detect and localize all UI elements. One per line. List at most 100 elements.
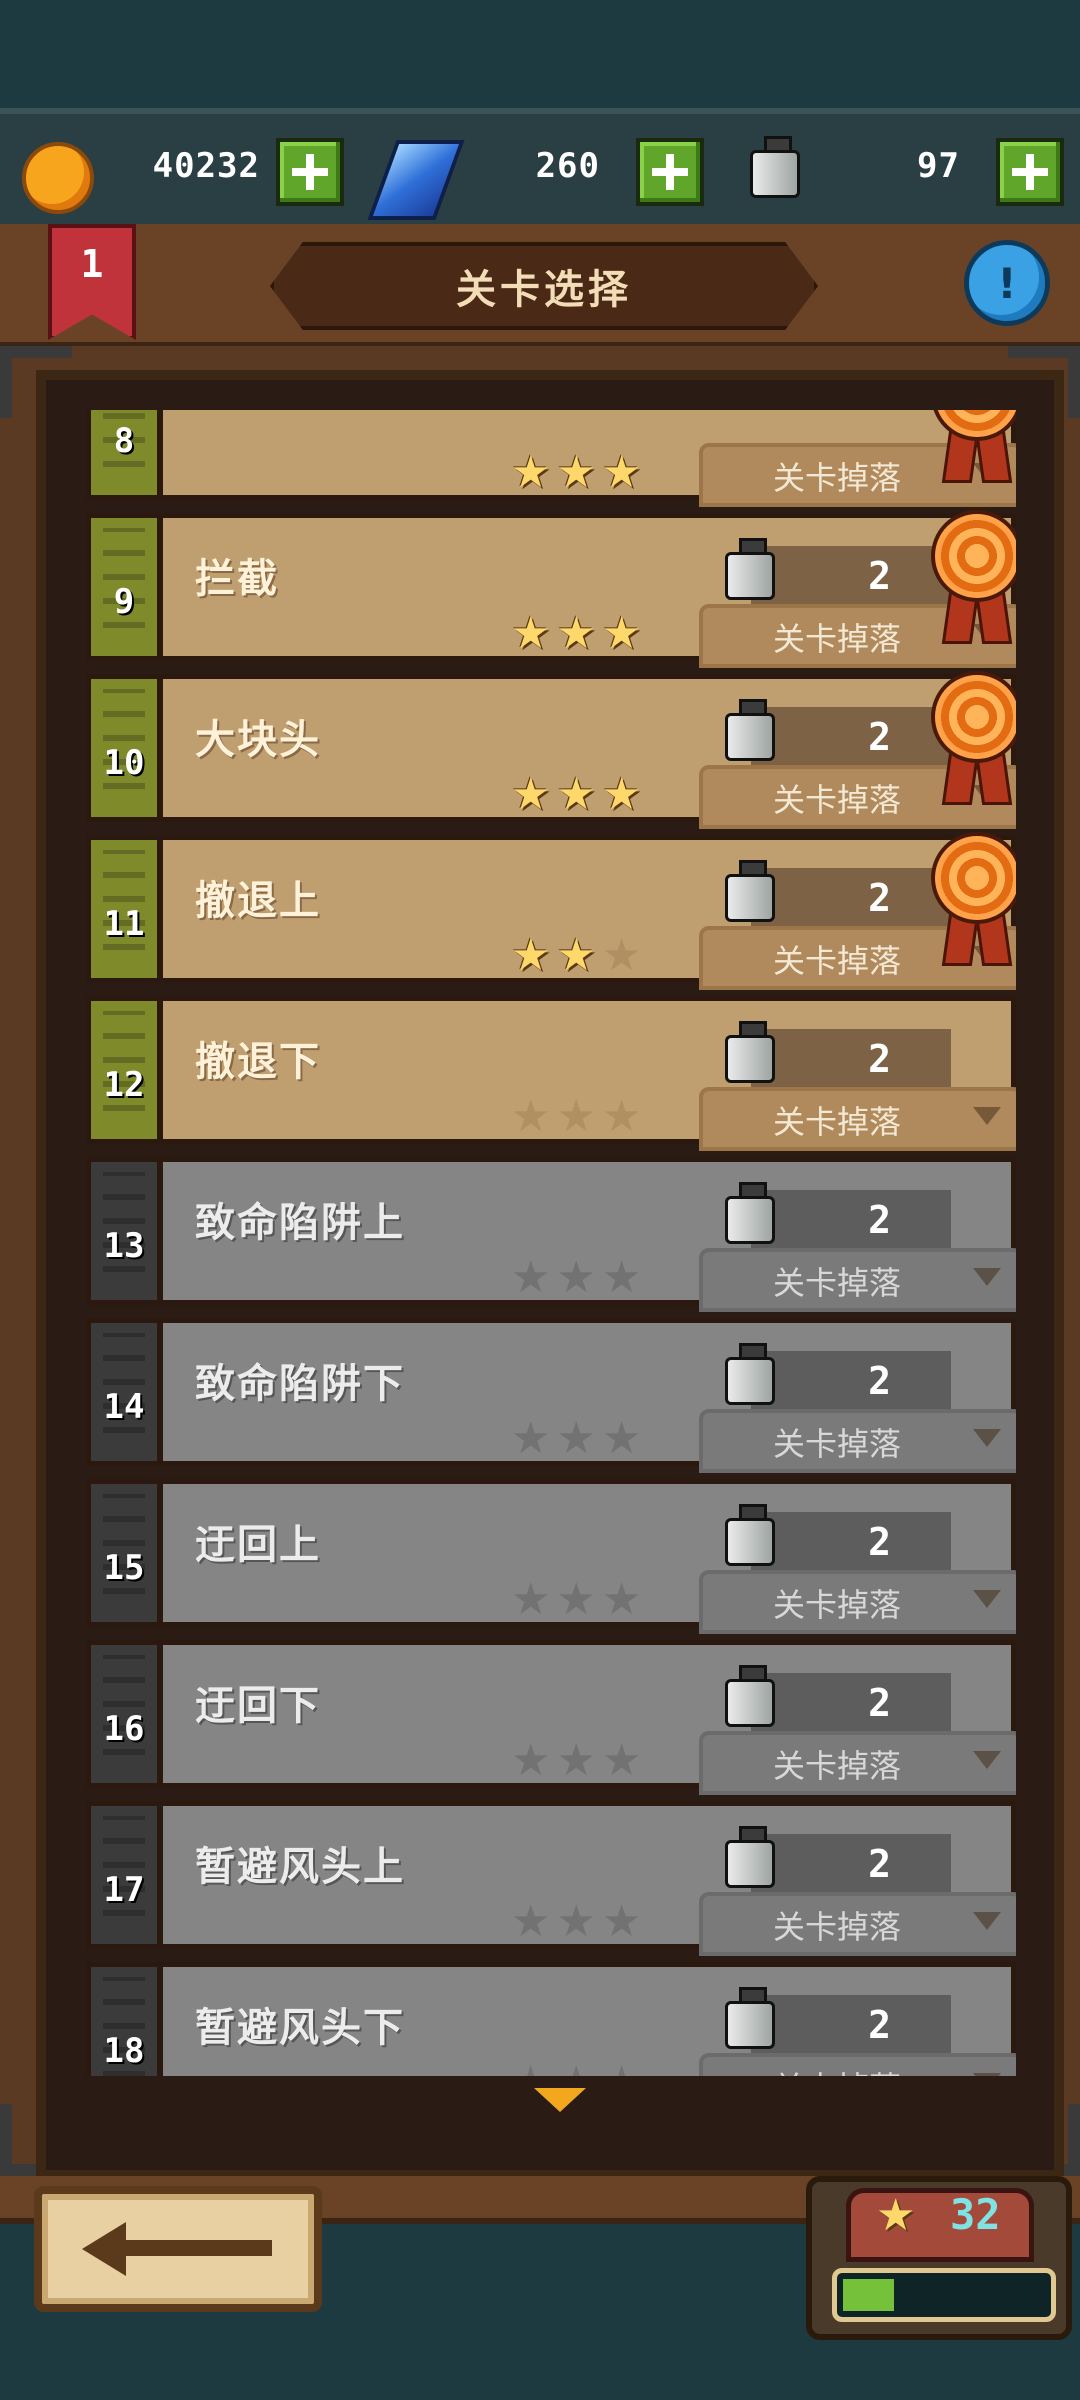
level-row[interactable]: 10 大块头 ★ ★ ★ 关卡掉落 2 — [86, 671, 1016, 829]
level-list[interactable]: 8 ★ ★ ★ 关卡掉落 9 拦截 ★ ★ ★ 关卡掉落 2 10 大块头 ★ ★ ★ 关卡掉落 2 11 撤退上 ★ ★ ★… — [86, 410, 1016, 2076]
level-row[interactable]: 17 暂避风头上 ★ ★ ★ 关卡掉落 2 — [86, 1801, 1016, 1956]
add-coins-button[interactable] — [276, 138, 344, 206]
add-gems-button[interactable] — [636, 138, 704, 206]
add-bottles-button[interactable] — [996, 138, 1064, 206]
star-icon: ★ — [511, 930, 551, 981]
level-number: 9 — [113, 582, 135, 622]
coin-icon — [22, 142, 94, 214]
star-icon: ★ — [511, 1091, 551, 1142]
bottle-icon — [725, 1021, 775, 1083]
bottle-resource: 97 — [720, 128, 1080, 206]
star-total-panel: ★ 32 — [806, 2176, 1072, 2340]
level-stars: ★★★ — [511, 1095, 641, 1139]
star-icon: ★ — [601, 930, 642, 981]
level-row[interactable]: 13 致命陷阱上 ★ ★ ★ 关卡掉落 2 — [86, 1157, 1016, 1312]
level-number: 15 — [103, 1548, 145, 1588]
level-reward: 2 — [751, 1190, 951, 1248]
level-number: 11 — [103, 904, 145, 944]
level-reward-count: 2 — [868, 1520, 891, 1564]
star-icon: ★ — [556, 769, 596, 820]
bottle-icon — [750, 136, 800, 198]
back-arrow-shaft — [122, 2240, 272, 2256]
level-drop-label: 关卡掉落 — [773, 1908, 902, 1946]
star-icon: ★ — [556, 2061, 595, 2077]
level-number: 18 — [103, 2031, 145, 2071]
level-number-column: 16 — [91, 1645, 163, 1783]
bottle-icon — [725, 1343, 775, 1405]
star-icon: ★ — [556, 1896, 596, 1947]
star-icon: ★ — [556, 1252, 596, 1303]
level-row[interactable]: 15 迂回上 ★ ★ ★ 关卡掉落 2 — [86, 1479, 1016, 1634]
level-drop-button[interactable]: 关卡掉落 — [699, 1248, 1016, 1312]
level-reward: 2 — [751, 1995, 951, 2053]
level-name: 撤退上 — [195, 878, 321, 924]
medal-icon — [925, 671, 1016, 805]
bottle-icon — [725, 538, 775, 600]
level-drop-button[interactable]: 关卡掉落 — [699, 1731, 1016, 1795]
header: 1 关卡选择 ! — [0, 224, 1080, 348]
chapter-number: 1 — [80, 242, 104, 286]
level-drop-label: 关卡掉落 — [773, 942, 902, 980]
level-stars: ★★★ — [511, 1417, 641, 1461]
star-icon: ★ — [601, 1574, 642, 1625]
star-icon: ★ — [556, 1735, 596, 1786]
star-icon: ★ — [511, 1413, 551, 1464]
gem-resource: 260 — [360, 128, 720, 220]
level-name: 暂避风头下 — [195, 2005, 405, 2051]
gem-count: 260 — [535, 146, 600, 186]
level-number-column: 17 — [91, 1806, 163, 1944]
star-progress-bar — [832, 2268, 1056, 2322]
level-drop-button[interactable]: 关卡掉落 — [699, 1892, 1016, 1956]
medal-icon — [925, 510, 1016, 644]
level-row[interactable]: 9 拦截 ★ ★ ★ 关卡掉落 2 — [86, 510, 1016, 668]
level-name: 迂回上 — [195, 1522, 321, 1568]
level-stars: ★★★ — [511, 1739, 641, 1783]
level-stars: ★★★ — [511, 1256, 641, 1300]
bottle-icon — [725, 1826, 775, 1888]
level-stars: ★★★ — [511, 1900, 641, 1944]
back-arrow-icon — [82, 2222, 126, 2276]
level-reward: 2 — [751, 1512, 951, 1570]
star-icon: ★ — [601, 447, 642, 498]
star-icon: ★ — [556, 1574, 596, 1625]
star-icon: ★ — [602, 2061, 641, 2077]
level-drop-button[interactable]: 关卡掉落 — [699, 2053, 1016, 2076]
medal-icon — [925, 832, 1016, 966]
level-drop-button[interactable]: 关卡掉落 — [699, 1087, 1016, 1151]
level-drop-button[interactable]: 关卡掉落 — [699, 1409, 1016, 1473]
level-row[interactable]: 18 暂避风头下 ★ ★ ★ 关卡掉落 2 — [86, 1962, 1016, 2076]
level-row[interactable]: 16 迂回下 ★ ★ ★ 关卡掉落 2 — [86, 1640, 1016, 1795]
star-icon: ★ — [556, 930, 596, 981]
coin-count: 40232 — [152, 146, 260, 186]
help-button[interactable]: ! — [964, 240, 1050, 326]
level-number: 16 — [103, 1709, 145, 1749]
level-row[interactable]: 11 撤退上 ★ ★ ★ 关卡掉落 2 — [86, 832, 1016, 990]
level-row[interactable]: 14 致命陷阱下 ★ ★ ★ 关卡掉落 2 — [86, 1318, 1016, 1473]
star-total: 32 — [950, 2190, 1001, 2239]
level-name: 迂回下 — [195, 1683, 321, 1729]
level-reward-count: 2 — [868, 876, 891, 920]
level-reward: 2 — [751, 1673, 951, 1731]
level-row[interactable]: 8 ★ ★ ★ 关卡掉落 — [86, 410, 1016, 507]
chevron-down-icon — [973, 1107, 1001, 1125]
level-number: 12 — [103, 1065, 145, 1105]
chevron-down-icon — [973, 1912, 1001, 1930]
scroll-down-indicator[interactable] — [534, 2088, 586, 2112]
chevron-down-icon — [973, 1268, 1001, 1286]
star-icon: ★ — [556, 447, 596, 498]
chevron-down-icon — [973, 1590, 1001, 1608]
level-stars: ★★★ — [511, 2061, 641, 2077]
level-reward: 2 — [751, 1834, 951, 1892]
medal-icon — [925, 410, 1016, 483]
level-reward: 2 — [751, 1351, 951, 1409]
chapter-ribbon[interactable]: 1 — [48, 224, 136, 340]
bottle-icon — [725, 1182, 775, 1244]
star-icon: ★ — [556, 1091, 596, 1142]
star-icon: ★ — [511, 769, 551, 820]
level-number-column: 9 — [91, 518, 163, 656]
star-icon: ★ — [601, 1735, 642, 1786]
page-title: 关卡选择 — [456, 267, 632, 313]
level-row[interactable]: 12 撤退下 ★ ★ ★ 关卡掉落 2 — [86, 996, 1016, 1151]
level-drop-button[interactable]: 关卡掉落 — [699, 1570, 1016, 1634]
back-button[interactable] — [34, 2186, 322, 2312]
